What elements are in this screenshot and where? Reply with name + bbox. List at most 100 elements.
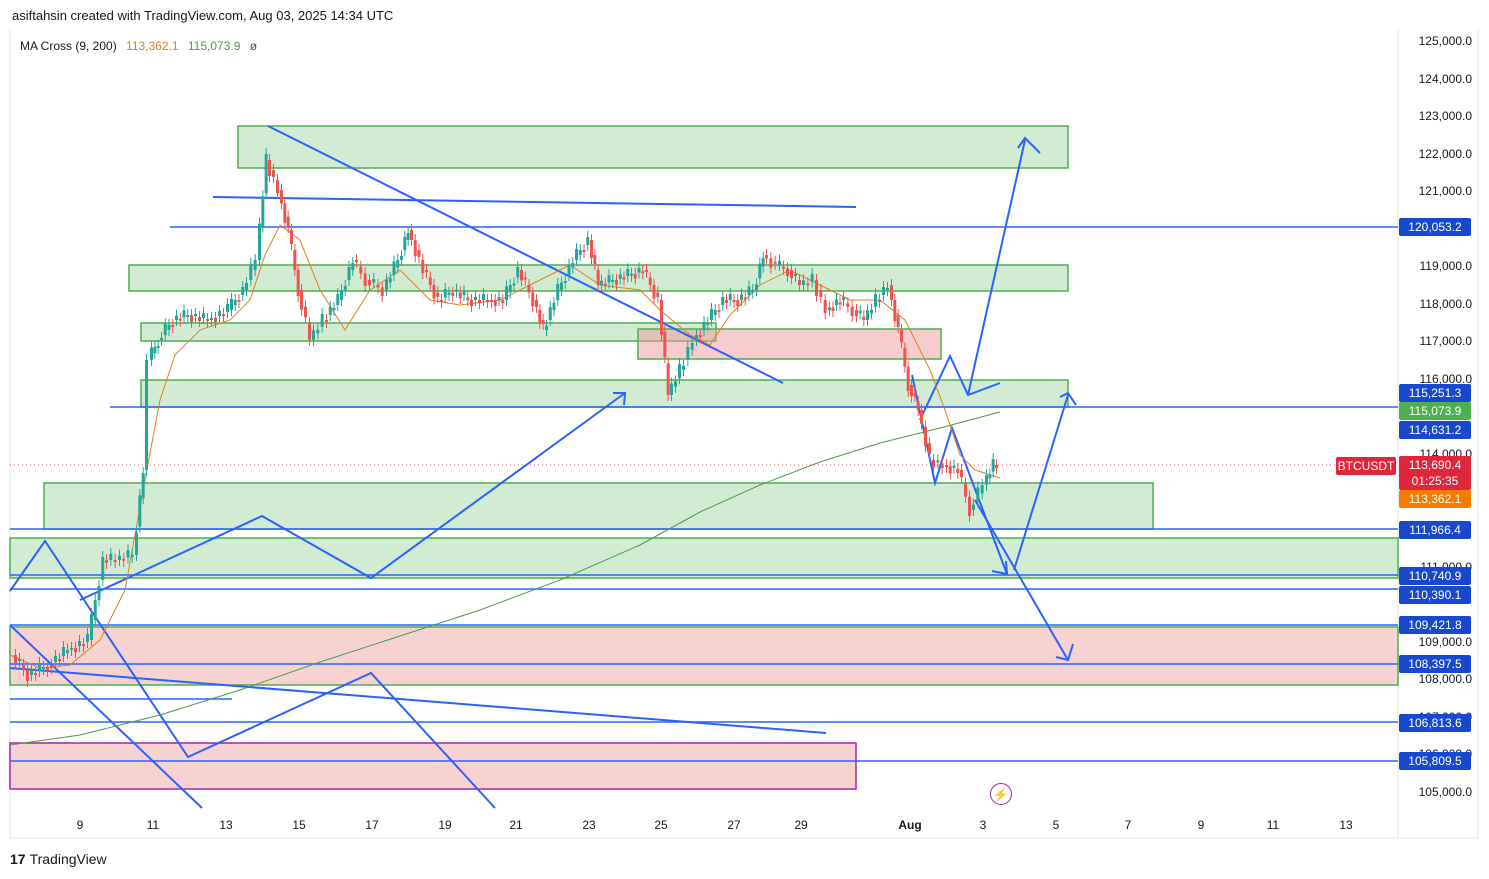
candle-body: [794, 274, 797, 276]
candle-body: [62, 647, 65, 656]
candle-body: [755, 284, 758, 290]
candle-body: [964, 483, 967, 497]
countdown-tag: 01:25:35: [1399, 472, 1471, 490]
level-tag: 120,053.2: [1399, 218, 1471, 236]
candle-body: [563, 281, 567, 283]
time-tick: 19: [438, 818, 452, 832]
candle-body: [466, 297, 470, 300]
candle-body: [782, 266, 785, 269]
candle-body: [190, 315, 193, 322]
candle-body: [478, 300, 481, 303]
candle-body: [893, 300, 897, 321]
candle-body: [786, 268, 789, 276]
candle-body: [194, 314, 197, 316]
candle-body: [109, 554, 113, 560]
candle-body: [218, 311, 221, 316]
candle-body: [432, 285, 436, 299]
candle-body: [410, 230, 413, 240]
candle-body: [758, 263, 762, 279]
time-tick: 3: [979, 818, 987, 832]
candle-body: [523, 277, 527, 280]
candle-body: [835, 299, 838, 305]
candle-body: [233, 300, 237, 305]
candle-body: [34, 673, 37, 675]
price-tick: 125,000.0: [1418, 34, 1472, 48]
candle-body: [261, 196, 265, 227]
level-tag: 115,251.3: [1399, 384, 1471, 402]
time-tick: Aug: [898, 818, 922, 832]
candle-body: [968, 496, 971, 516]
candle-body: [988, 474, 992, 479]
candle-body: [995, 465, 998, 468]
candle-body: [878, 300, 881, 302]
candle-body: [769, 258, 773, 268]
candle-body: [82, 644, 85, 646]
candle-body: [560, 282, 563, 290]
candle-body: [171, 325, 175, 327]
tradingview-brand[interactable]: 17 TradingView: [10, 851, 107, 867]
candle-body: [413, 240, 417, 256]
candle-body: [932, 460, 935, 468]
candle-body: [991, 459, 995, 472]
candle-body: [552, 303, 556, 310]
candle-body: [276, 180, 279, 193]
candle-body: [815, 280, 818, 296]
price-tick: 118,000.0: [1419, 297, 1473, 311]
candle-body: [736, 300, 740, 306]
candle-body: [264, 154, 268, 194]
candle-body: [976, 487, 980, 502]
candle-body: [674, 381, 677, 387]
candle-body: [421, 260, 425, 273]
candle-body: [924, 426, 927, 447]
price-tick: 123,000.0: [1418, 109, 1472, 123]
candle-body: [214, 318, 217, 322]
candle-body: [462, 291, 466, 295]
candle-body: [425, 270, 428, 272]
time-tick: 13: [219, 818, 233, 832]
candle-body: [810, 274, 814, 282]
candle-body: [618, 274, 622, 279]
candle-body: [175, 315, 178, 320]
candle-body: [436, 292, 440, 297]
candle-body: [501, 300, 505, 303]
candle-body: [535, 300, 538, 307]
candle-body: [42, 667, 45, 669]
candle-body: [940, 463, 944, 468]
candle-body: [355, 260, 358, 262]
candle-body: [249, 264, 253, 280]
candle-body: [645, 270, 648, 272]
candle-body: [156, 346, 160, 348]
candle-body: [126, 550, 130, 558]
candle-body: [380, 287, 384, 296]
candle-body: [293, 250, 297, 270]
time-tick: 11: [146, 818, 160, 832]
lightning-icon[interactable]: ⚡: [990, 783, 1012, 805]
candle-body: [376, 285, 380, 288]
candle-body: [343, 286, 347, 290]
candle-body: [590, 240, 593, 258]
candles: [14, 148, 998, 687]
candle-body: [296, 270, 300, 296]
candle-body: [663, 331, 667, 358]
candle-body: [198, 317, 201, 321]
candle-body: [237, 300, 241, 302]
candle-body: [740, 294, 743, 300]
candle-body: [490, 300, 493, 302]
candle-body: [831, 307, 835, 311]
candle-body: [202, 313, 205, 318]
candle-body: [806, 283, 810, 286]
candle-body: [607, 275, 611, 283]
candle-body: [906, 366, 910, 391]
brand-name: TradingView: [29, 851, 107, 867]
candle-body: [862, 316, 866, 320]
candle-body: [713, 310, 717, 315]
candle-body: [113, 560, 117, 562]
price-chart[interactable]: [0, 0, 1489, 879]
candle-body: [956, 468, 960, 473]
candle-body: [286, 216, 290, 227]
tradingview-logo-icon: 17: [10, 851, 26, 867]
candle-body: [652, 285, 656, 299]
candle-body: [90, 614, 93, 640]
candle-body: [359, 266, 363, 274]
time-tick: 27: [727, 818, 741, 832]
